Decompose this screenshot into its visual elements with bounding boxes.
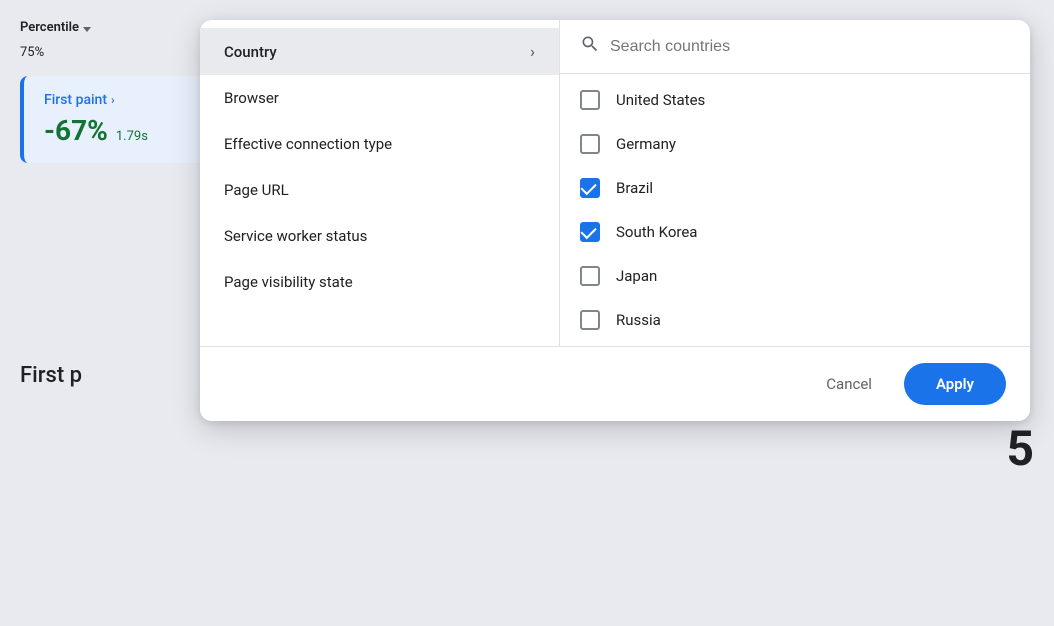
chevron-right-icon: ›	[530, 42, 535, 61]
percentile-value: 75%	[20, 45, 44, 60]
country-item-jp[interactable]: Japan	[560, 254, 1030, 298]
category-label-connection: Effective connection type	[224, 135, 392, 153]
bg-number: 5	[1006, 420, 1034, 477]
category-label-service-worker: Service worker status	[224, 227, 367, 245]
metric-card: First paint › -67% 1.79s	[20, 76, 230, 163]
category-label-browser: Browser	[224, 89, 279, 107]
filter-categories-panel: Country › Browser Effective connection t…	[200, 20, 560, 346]
country-label-br: Brazil	[616, 179, 653, 197]
metric-seconds: 1.79s	[116, 129, 148, 144]
country-item-br[interactable]: Brazil	[560, 166, 1030, 210]
country-label-jp: Japan	[616, 267, 657, 285]
category-item-browser[interactable]: Browser	[200, 75, 559, 121]
country-label-us: United States	[616, 91, 705, 109]
country-item-kr[interactable]: South Korea	[560, 210, 1030, 254]
category-item-page-url[interactable]: Page URL	[200, 167, 559, 213]
country-item-us[interactable]: United States	[560, 78, 1030, 122]
countries-list: United States Germany Brazil South Korea	[560, 74, 1030, 346]
category-item-country[interactable]: Country ›	[200, 28, 559, 75]
country-label-kr: South Korea	[616, 223, 697, 241]
checkbox-de[interactable]	[580, 134, 600, 154]
country-item-ru[interactable]: Russia	[560, 298, 1030, 342]
metric-arrow-icon: ›	[111, 93, 115, 107]
category-item-connection[interactable]: Effective connection type	[200, 121, 559, 167]
dropdown-body: Country › Browser Effective connection t…	[200, 20, 1030, 346]
category-item-service-worker[interactable]: Service worker status	[200, 213, 559, 259]
category-label-page-visibility: Page visibility state	[224, 273, 353, 291]
chevron-down-icon	[83, 27, 91, 32]
country-item-de[interactable]: Germany	[560, 122, 1030, 166]
dropdown-footer: Cancel Apply	[200, 346, 1030, 421]
country-label-ru: Russia	[616, 311, 661, 329]
percentile-label: Percentile	[20, 20, 79, 35]
category-label-page-url: Page URL	[224, 181, 289, 199]
cancel-button[interactable]: Cancel	[810, 365, 888, 403]
checkbox-kr[interactable]	[580, 222, 600, 242]
filter-dropdown: Country › Browser Effective connection t…	[200, 20, 1030, 421]
checkbox-jp[interactable]	[580, 266, 600, 286]
apply-button[interactable]: Apply	[904, 363, 1006, 405]
category-label-country: Country	[224, 43, 277, 61]
category-item-page-visibility[interactable]: Page visibility state	[200, 259, 559, 305]
search-input[interactable]	[610, 38, 1010, 56]
checkbox-us[interactable]	[580, 90, 600, 110]
metric-title-label: First paint	[44, 92, 107, 108]
search-icon	[580, 34, 600, 59]
metric-percent: -67%	[44, 114, 108, 147]
checkbox-br[interactable]	[580, 178, 600, 198]
search-bar	[560, 20, 1030, 74]
countries-panel: United States Germany Brazil South Korea	[560, 20, 1030, 346]
country-label-de: Germany	[616, 135, 676, 153]
checkbox-ru[interactable]	[580, 310, 600, 330]
